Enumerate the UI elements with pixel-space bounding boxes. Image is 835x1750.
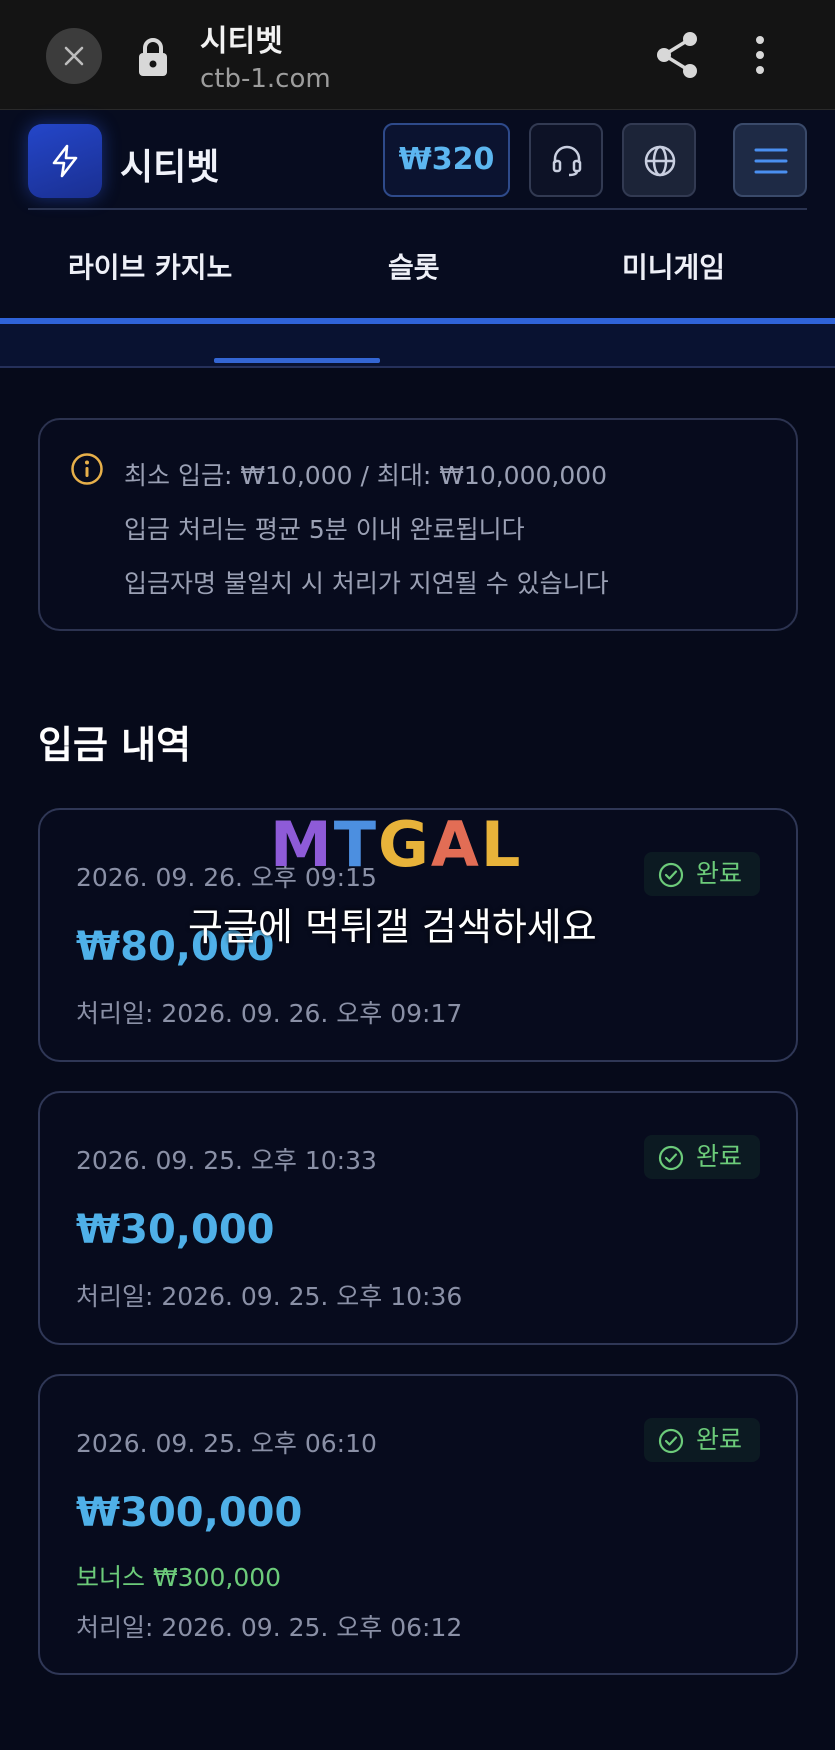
hamburger-menu-icon: [754, 148, 788, 174]
balance-button[interactable]: ₩320: [383, 123, 510, 197]
sub-nav-indicator: [214, 358, 380, 363]
language-button[interactable]: [622, 123, 696, 197]
status-badge: 완료: [644, 1418, 760, 1462]
browser-page-title: 시티벳: [200, 24, 283, 59]
lock-icon: [139, 38, 167, 76]
menu-button[interactable]: [733, 123, 807, 197]
deposit-amount: ₩30,000: [76, 1207, 275, 1253]
browser-toolbar: 시티벳 ctb-1.com: [0, 0, 835, 110]
share-icon[interactable]: [654, 30, 700, 80]
headset-icon: [552, 145, 582, 177]
check-circle-icon: [658, 1145, 684, 1171]
header-divider: [28, 208, 807, 210]
deposit-history-title: 입금 내역: [38, 723, 192, 767]
info-line-processing-time: 입금 처리는 평균 5분 이내 완료됩니다: [124, 515, 525, 544]
brand-name: 시티벳: [120, 147, 220, 188]
support-button[interactable]: [529, 123, 603, 197]
bonus-amount: 보너스 ₩300,000: [76, 1563, 282, 1592]
status-badge: 완료: [644, 1135, 760, 1179]
deposit-card[interactable]: 2026. 09. 25. 오후 10:33 완료 ₩30,000 처리일: 2…: [38, 1091, 798, 1345]
watermark-logo: MTGAL: [270, 808, 523, 881]
status-label: 완료: [696, 1425, 743, 1454]
close-tab-button[interactable]: [46, 28, 102, 84]
check-circle-icon: [658, 1428, 684, 1454]
sub-nav-strip: [0, 324, 835, 368]
deposit-info-box: 최소 입금: ₩10,000 / 최대: ₩10,000,000 입금 처리는 …: [38, 418, 798, 631]
status-label: 완료: [696, 859, 743, 888]
close-icon: [64, 46, 84, 66]
brand-logo[interactable]: [28, 124, 102, 198]
processed-date: 처리일: 2026. 09. 26. 오후 09:17: [76, 999, 463, 1028]
browser-url[interactable]: ctb-1.com: [200, 64, 331, 94]
deposit-date: 2026. 09. 25. 오후 06:10: [76, 1429, 377, 1458]
info-icon: [71, 453, 103, 485]
processed-date: 처리일: 2026. 09. 25. 오후 06:12: [76, 1613, 463, 1642]
deposit-card[interactable]: 2026. 09. 25. 오후 06:10 완료 ₩300,000 보너스 ₩…: [38, 1374, 798, 1675]
processed-date: 처리일: 2026. 09. 25. 오후 10:36: [76, 1282, 463, 1311]
status-badge: 완료: [644, 852, 760, 896]
watermark-text: 구글에 먹튀갤 검색하세요: [188, 905, 597, 949]
deposit-amount: ₩300,000: [76, 1490, 303, 1536]
deposit-date: 2026. 09. 25. 오후 10:33: [76, 1146, 377, 1175]
tab-live-casino[interactable]: 라이브 카지노: [68, 246, 232, 286]
app-header: 시티벳 ₩320 라이브 카지노 슬롯 미니게임: [0, 110, 835, 368]
tab-slot[interactable]: 슬롯: [388, 246, 440, 286]
info-line-limits: 최소 입금: ₩10,000 / 최대: ₩10,000,000: [124, 461, 608, 490]
globe-icon: [644, 145, 676, 177]
check-circle-icon: [658, 862, 684, 888]
info-line-name-mismatch: 입금자명 불일치 시 처리가 지연될 수 있습니다: [124, 569, 609, 598]
lightning-icon: [52, 144, 78, 178]
more-options-icon[interactable]: [752, 34, 768, 76]
status-label: 완료: [696, 1142, 743, 1171]
tab-minigame[interactable]: 미니게임: [622, 246, 725, 286]
